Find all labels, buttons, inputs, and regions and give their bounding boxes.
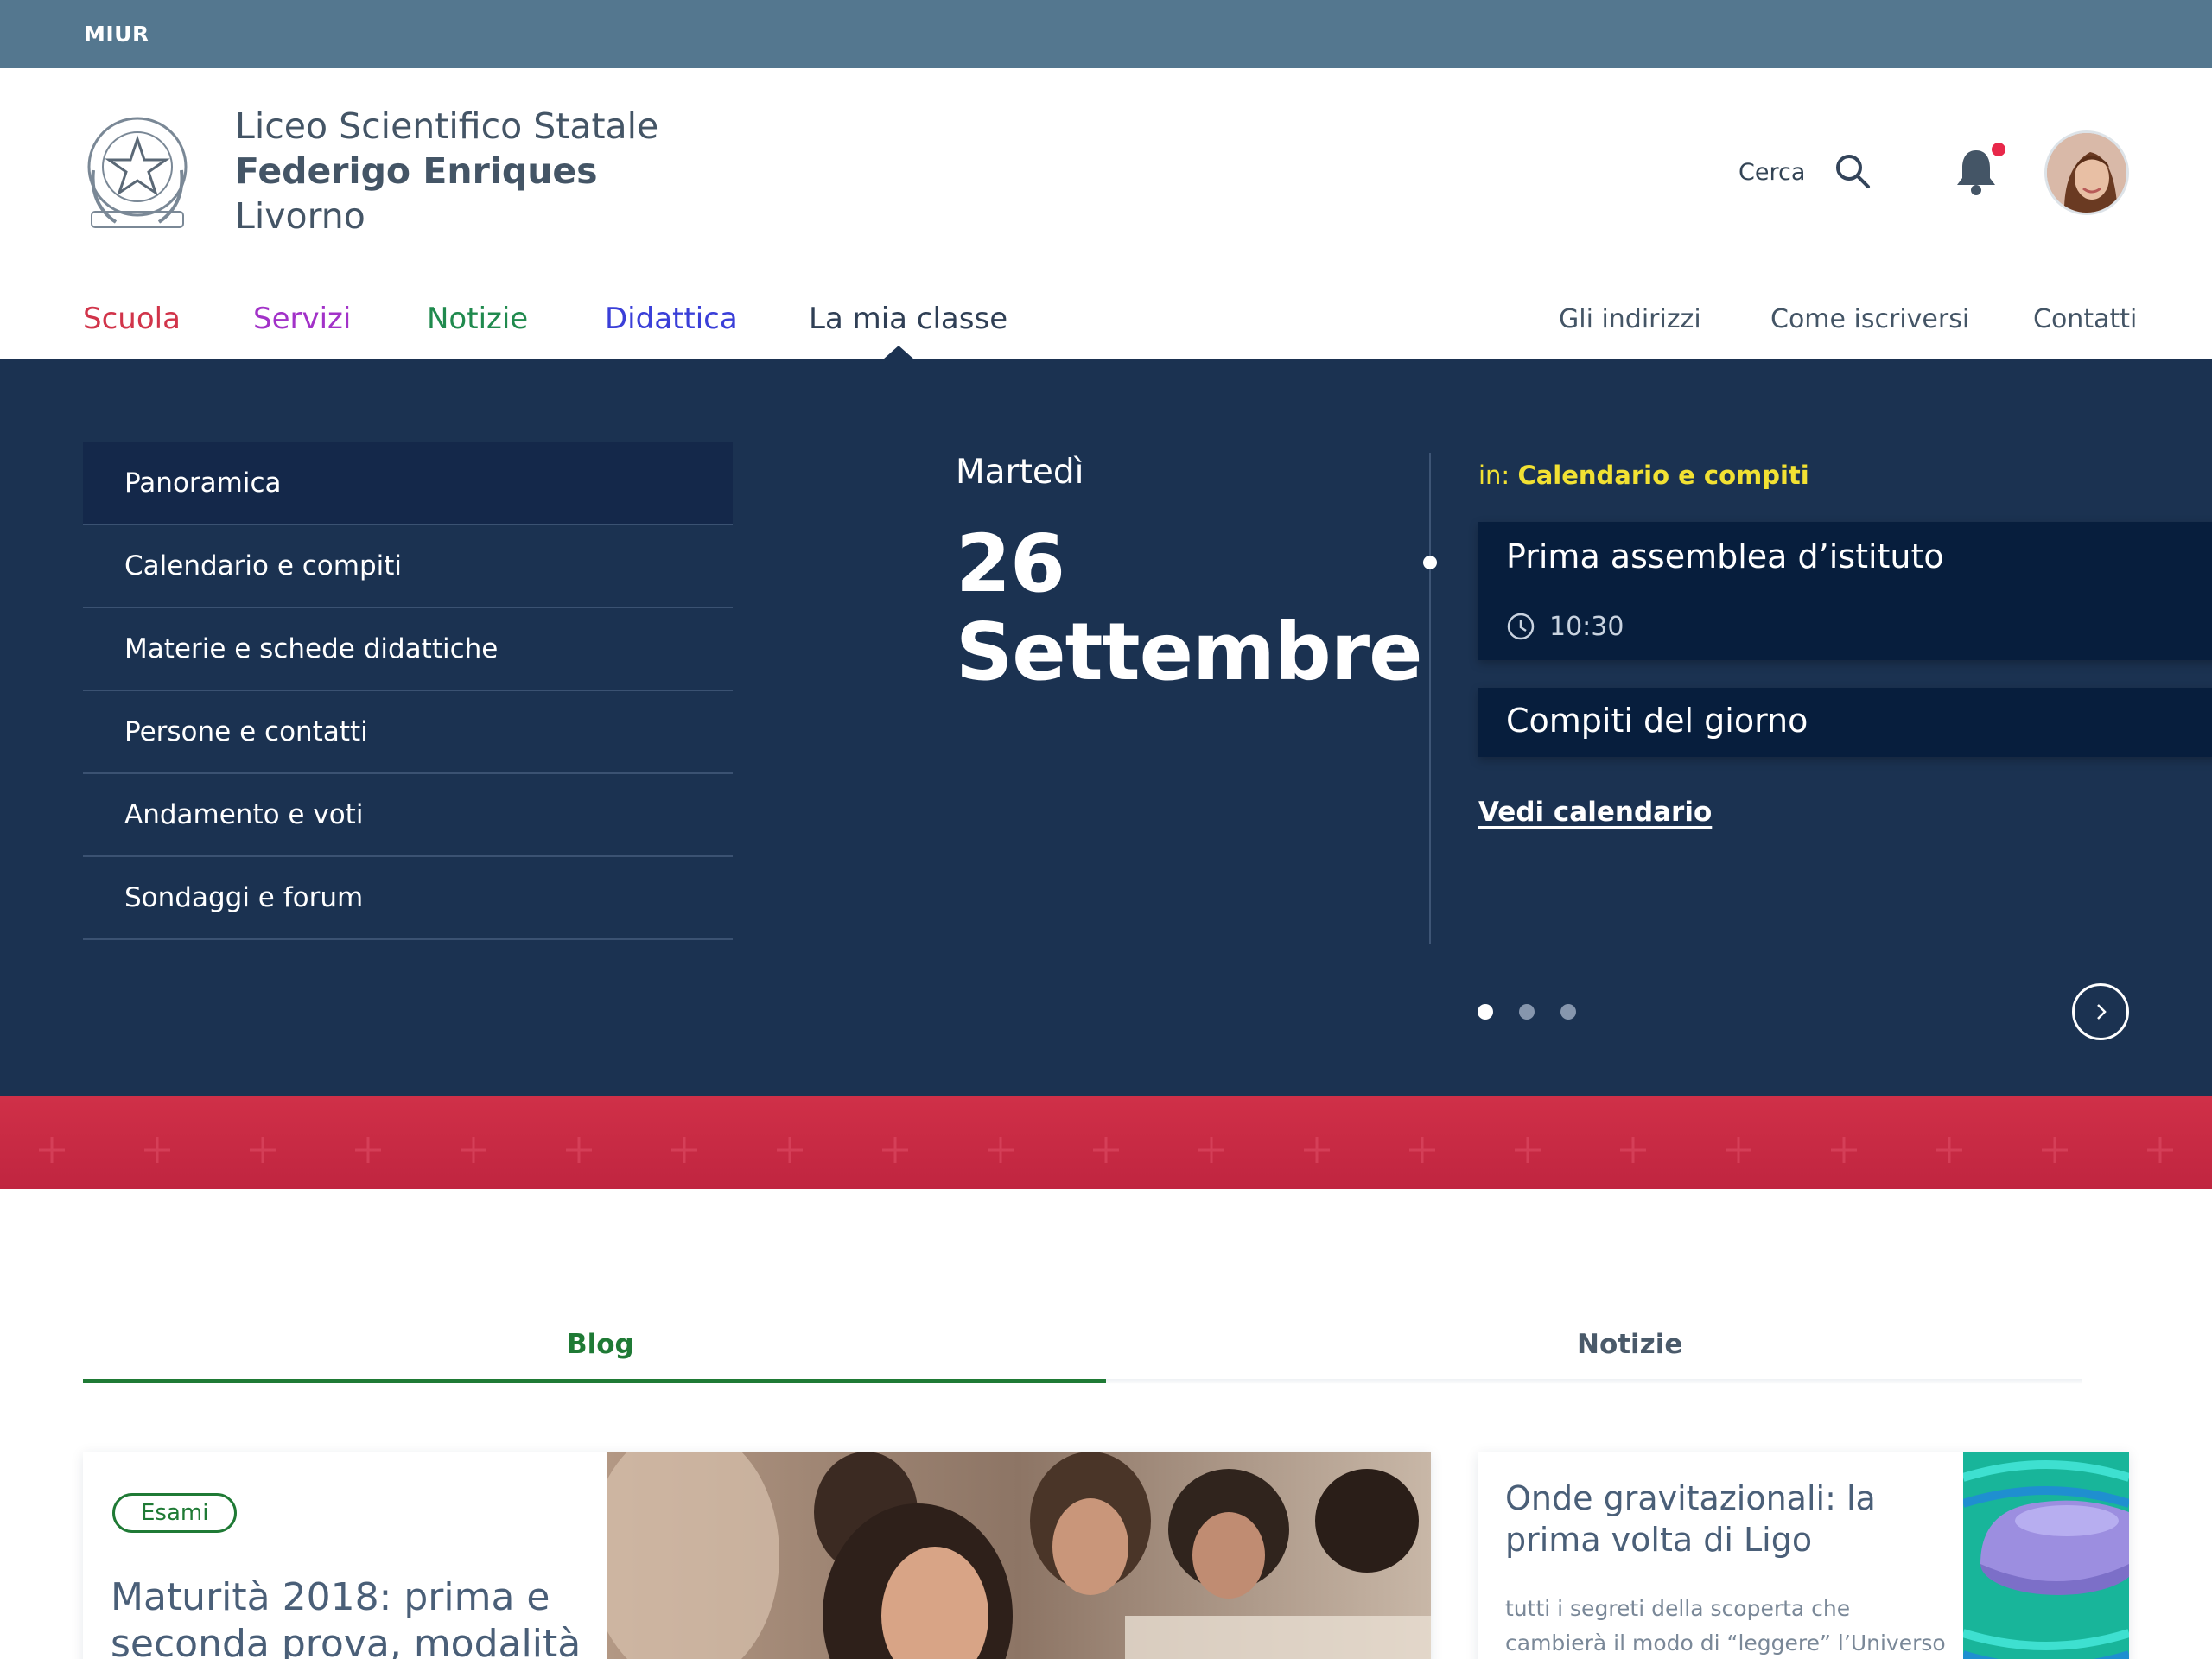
calendar-month: Settembre (956, 606, 1422, 698)
bell-icon[interactable] (1955, 147, 1998, 195)
gravitational-waves-image (1963, 1452, 2129, 1659)
miur-link[interactable]: MIUR (84, 22, 149, 47)
top-bar: MIUR (0, 0, 2212, 68)
category-link[interactable]: Calendario e compiti (1517, 461, 1808, 490)
view-calendar-link[interactable]: Vedi calendario (1478, 797, 1712, 828)
nav-didattica[interactable]: Didattica (605, 302, 738, 336)
carousel-dot-3[interactable] (1560, 1004, 1576, 1020)
chevron-right-icon (2097, 1004, 2107, 1020)
nav-la-mia-classe[interactable]: La mia classe (809, 302, 1007, 336)
class-menu: Panoramica Calendario e compiti Materie … (83, 442, 733, 940)
clock-icon (1507, 613, 1535, 640)
decorative-band (0, 1096, 2212, 1189)
category-label: in: Calendario e compiti (1478, 461, 1809, 490)
menu-item-andamento[interactable]: Andamento e voti (83, 774, 733, 857)
tab-notizie[interactable]: Notizie (1577, 1329, 1682, 1360)
cross-pattern (0, 1096, 2212, 1189)
timeline-dot (1423, 556, 1437, 569)
menu-item-sondaggi[interactable]: Sondaggi e forum (83, 857, 733, 940)
news-card[interactable]: Onde gravitazionali: la prima volta di L… (1478, 1452, 2129, 1659)
students-photo (607, 1452, 1431, 1659)
calendar-date-number: 26 (956, 518, 1065, 610)
carousel-dot-2[interactable] (1519, 1004, 1535, 1020)
category-badge[interactable]: Esami (112, 1493, 238, 1533)
school-name[interactable]: Liceo Scientifico Statale Federigo Enriq… (235, 104, 658, 238)
menu-item-panoramica[interactable]: Panoramica (83, 442, 733, 525)
nav-servizi[interactable]: Servizi (253, 302, 351, 336)
timeline-line (1429, 453, 1431, 944)
user-avatar[interactable] (2044, 130, 2129, 215)
event-card[interactable]: Compiti del giorno (1478, 688, 2212, 757)
carousel-next-button[interactable] (2072, 983, 2129, 1040)
event-title: Prima assemblea d’istituto (1506, 537, 1944, 575)
school-title: Federigo Enriques (235, 150, 598, 192)
event-title: Compiti del giorno (1506, 702, 1808, 740)
search-icon[interactable] (1834, 152, 1872, 190)
news-excerpt: tutti i segreti della scoperta che cambi… (1505, 1596, 1946, 1656)
tab-blog[interactable]: Blog (567, 1329, 634, 1360)
blog-card[interactable]: Esami Maturità 2018: prima e seconda pro… (83, 1452, 1431, 1659)
event-time: 10:30 (1549, 612, 1624, 642)
news-title[interactable]: Onde gravitazionali: la prima volta di L… (1505, 1478, 1955, 1560)
carousel-dot-1[interactable] (1478, 1004, 1493, 1020)
nav-come-iscriversi[interactable]: Come iscriversi (1770, 304, 1969, 334)
menu-item-persone[interactable]: Persone e contatti (83, 691, 733, 774)
tab-divider (1106, 1379, 2082, 1384)
school-city: Livorno (235, 195, 365, 237)
category-prefix: in: (1478, 461, 1510, 490)
mega-menu-panel: Panoramica Calendario e compiti Materie … (0, 359, 2212, 1096)
nav-gli-indirizzi[interactable]: Gli indirizzi (1559, 304, 1701, 334)
calendar-day: Martedì (956, 453, 1084, 492)
nav-notizie[interactable]: Notizie (427, 302, 528, 336)
nav-active-caret (883, 346, 914, 359)
notification-badge (1992, 143, 2005, 156)
school-type: Liceo Scientifico Statale (235, 105, 659, 147)
nav-scuola[interactable]: Scuola (83, 302, 181, 336)
search-label[interactable]: Cerca (1738, 159, 1805, 186)
tab-active-indicator (83, 1379, 1106, 1382)
card-title[interactable]: Maturità 2018: prima e seconda prova, mo… (111, 1574, 594, 1659)
event-card[interactable]: Prima assemblea d’istituto 10:30 (1478, 522, 2212, 660)
menu-item-materie[interactable]: Materie e schede didattiche (83, 608, 733, 691)
nav-contatti[interactable]: Contatti (2033, 304, 2137, 334)
calendar-date: 26 Settembre (956, 520, 1422, 696)
menu-item-calendario[interactable]: Calendario e compiti (83, 525, 733, 608)
republic-emblem-icon[interactable] (81, 110, 194, 235)
